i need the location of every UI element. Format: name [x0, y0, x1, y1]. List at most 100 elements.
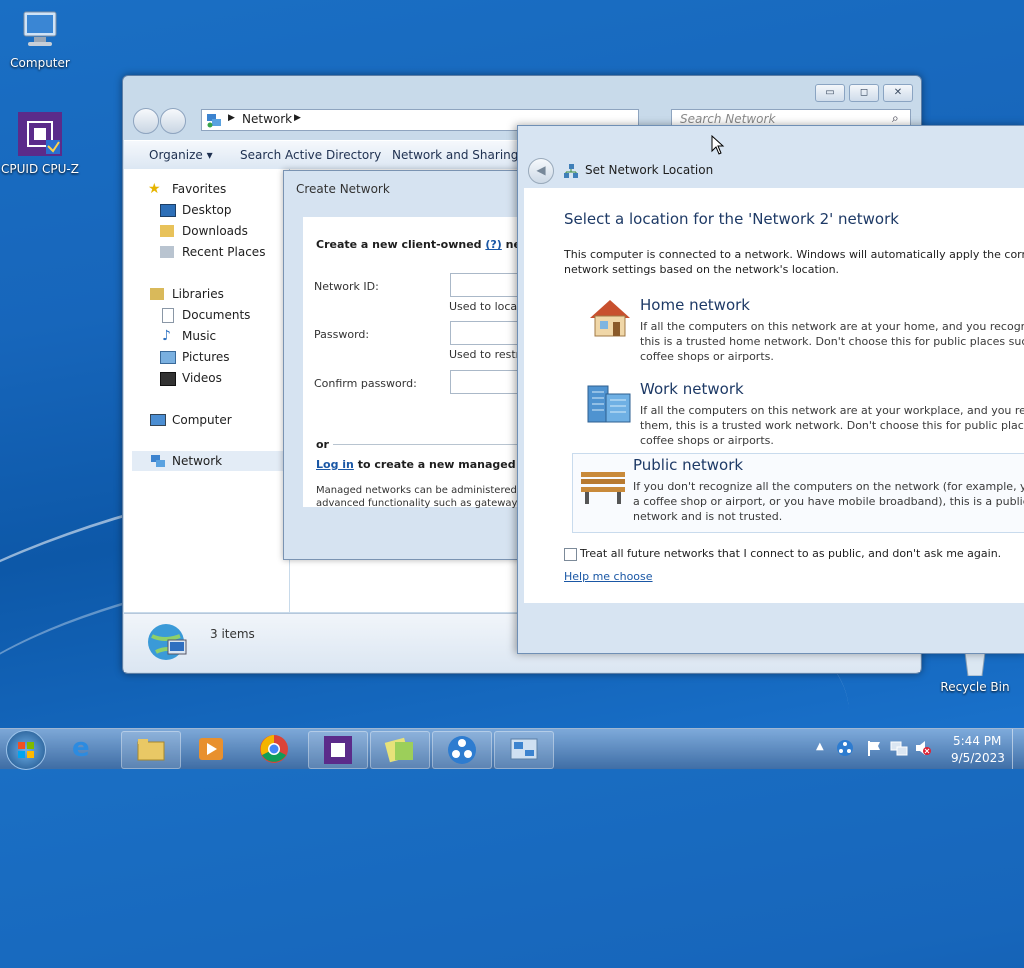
volume-muted-icon[interactable] [914, 739, 932, 760]
show-hidden-icons-button[interactable]: ▲ [816, 741, 824, 752]
nav-music[interactable]: ♪ Music [160, 326, 216, 346]
dialog-title: Create Network [296, 182, 390, 196]
confirm-password-field[interactable] [450, 370, 522, 394]
set-network-location-dialog: ◀ Set Network Location Select a location… [517, 125, 1024, 654]
clock-time[interactable]: 5:44 PM [953, 734, 1001, 748]
network-tray-icon[interactable] [836, 739, 854, 760]
cpuz-icon [16, 110, 64, 158]
desktop-icon [160, 204, 176, 217]
network-app-taskbar-button[interactable] [432, 731, 492, 769]
login-row: Log in to create a new managed (?) [316, 458, 536, 471]
help-me-choose-link[interactable]: Help me choose [564, 570, 653, 583]
home-network-option[interactable]: Home network If all the computers on thi… [532, 294, 1024, 372]
park-bench-icon [579, 464, 627, 509]
search-placeholder: Search Network [680, 112, 776, 126]
minimize-button[interactable]: ▭ [815, 84, 845, 102]
treat-public-checkbox[interactable] [564, 548, 577, 561]
nav-pictures[interactable]: Pictures [160, 347, 230, 367]
computer-icon [150, 414, 166, 426]
nav-recent-places[interactable]: Recent Places [160, 242, 265, 262]
desktop-icon-recycle-bin[interactable]: Recycle Bin [935, 648, 1015, 694]
navigation-pane: ★ Favorites Desktop Downloads Recent Pla… [124, 169, 289, 612]
nav-downloads[interactable]: Downloads [160, 221, 248, 241]
chrome-taskbar-button[interactable] [258, 733, 290, 768]
videos-icon [160, 372, 176, 386]
nav-label: Desktop [182, 203, 232, 217]
nav-computer[interactable]: Computer [150, 410, 232, 430]
network-icon [206, 112, 222, 131]
cpuz-taskbar-button[interactable] [308, 731, 368, 769]
login-link[interactable]: Log in [316, 458, 354, 471]
internet-explorer-taskbar-button[interactable]: e [72, 733, 90, 763]
option-description: If all the computers on this network are… [640, 319, 1024, 364]
nav-label: Pictures [182, 350, 230, 364]
desktop-icon-cpuz[interactable]: CPUID CPU-Z [0, 110, 80, 176]
internet-explorer-icon: e [72, 733, 90, 763]
media-player-taskbar-button[interactable] [196, 733, 226, 768]
nav-label: Music [182, 329, 217, 343]
help-link[interactable]: (?) [485, 238, 501, 251]
desktop-icon-computer[interactable]: Computer [0, 8, 80, 70]
explorer-taskbar-button[interactable] [121, 731, 181, 769]
option-desc-line: coffee shops or airports. [640, 350, 774, 363]
documents-icon [162, 308, 174, 323]
network-id-field[interactable] [450, 273, 522, 297]
forward-button[interactable] [160, 108, 186, 134]
music-icon: ♪ [162, 328, 171, 344]
login-text: to create a new managed [357, 458, 516, 471]
network-icon [563, 163, 579, 182]
back-button[interactable]: ◀ [528, 158, 554, 184]
option-desc-line: a coffee shop or airport, or you have mo… [633, 495, 1024, 508]
checkbox-label[interactable]: Treat all future networks that I connect… [580, 547, 1001, 560]
public-network-option[interactable]: Public network If you don't recognize al… [572, 453, 1024, 533]
nav-documents[interactable]: Documents [160, 305, 250, 325]
network-icon [150, 454, 166, 474]
nav-label: Computer [172, 413, 232, 427]
taskbar: e ▲ 5:44 PM 9/5/2023 [0, 728, 1024, 770]
star-icon: ★ [148, 181, 161, 197]
create-network-panel: Create a new client-owned (?) netw Netwo… [303, 217, 536, 509]
create-heading: Create a new client-owned (?) netw [316, 238, 536, 251]
confirm-password-label: Confirm password: [314, 377, 417, 390]
dialog-body: Select a location for the 'Network 2' ne… [524, 188, 1024, 603]
search-active-directory-button[interactable]: Search Active Directory [240, 148, 381, 162]
close-button[interactable]: ✕ [883, 84, 913, 102]
office-building-icon [584, 380, 634, 427]
breadcrumb-arrow-icon: ▶ [228, 113, 235, 123]
clock-date[interactable]: 9/5/2023 [951, 751, 1005, 765]
action-center-flag-icon[interactable] [866, 739, 882, 760]
breadcrumb[interactable]: Network [242, 112, 292, 126]
network-globe-icon [146, 620, 190, 667]
nav-libraries[interactable]: Libraries [150, 284, 224, 304]
work-network-option[interactable]: Work network If all the computers on thi… [532, 378, 1024, 456]
media-player-icon [199, 738, 223, 760]
managed-description: advanced functionality such as gateway n [316, 498, 527, 509]
nav-desktop[interactable]: Desktop [160, 200, 232, 220]
nav-network[interactable]: Network [132, 451, 284, 471]
option-title: Home network [640, 296, 750, 314]
desktop-icon-label: CPUID CPU-Z [1, 162, 79, 176]
nav-label: Network [172, 454, 223, 468]
network-tool-taskbar-button[interactable] [370, 731, 430, 769]
nav-label: Favorites [172, 182, 227, 196]
maximize-button[interactable]: ◻ [849, 84, 879, 102]
password-field[interactable] [450, 321, 522, 345]
nav-videos[interactable]: Videos [160, 368, 222, 388]
nav-label: Videos [182, 371, 222, 385]
show-desktop-button[interactable] [1012, 729, 1024, 769]
or-separator: or [316, 438, 329, 451]
back-button[interactable] [133, 108, 159, 134]
nav-favorites[interactable]: ★ Favorites [148, 179, 227, 199]
mouse-cursor [711, 134, 725, 158]
network-status-icon[interactable] [890, 739, 908, 760]
start-button[interactable] [6, 730, 46, 770]
option-desc-line: coffee shops or airports. [640, 434, 774, 447]
chrome-icon [260, 735, 288, 763]
network-sharing-button[interactable]: Network and Sharing C [392, 148, 531, 162]
network-nodes-icon [448, 736, 476, 764]
desktop-icon-label: Computer [10, 56, 70, 70]
managed-description: Managed networks can be administered ce [316, 485, 532, 496]
divider [333, 444, 523, 445]
control-panel-taskbar-button[interactable] [494, 731, 554, 769]
organize-button[interactable]: Organize ▾ [149, 148, 213, 162]
